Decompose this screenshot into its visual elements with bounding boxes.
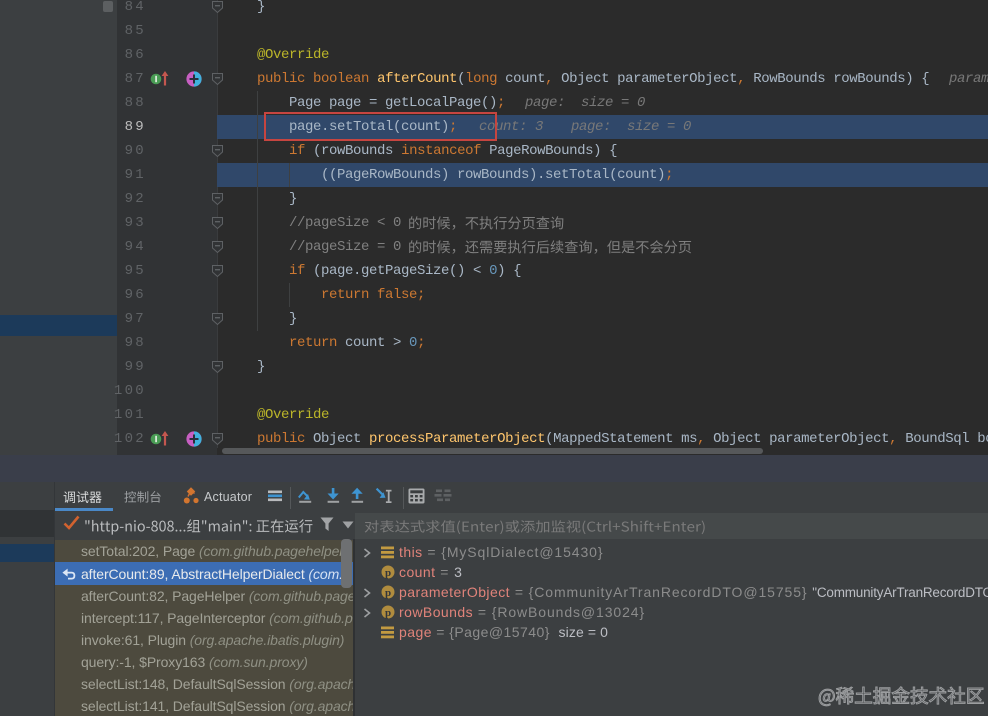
svg-text:p: p: [385, 587, 391, 599]
svg-text:p: p: [385, 607, 391, 619]
svg-text:p: p: [385, 567, 391, 579]
